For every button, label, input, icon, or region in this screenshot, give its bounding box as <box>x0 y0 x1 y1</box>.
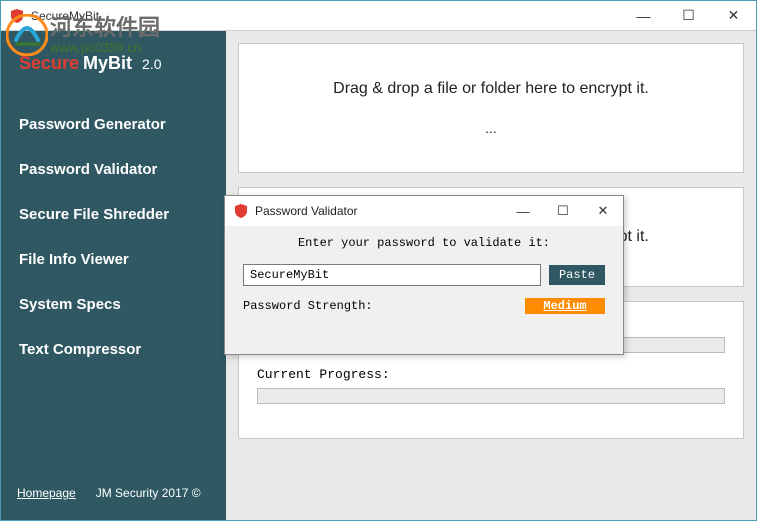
sidebar-footer: Homepage JM Security 2017 © <box>1 476 226 510</box>
sidebar-item-password-validator[interactable]: Password Validator <box>1 147 226 192</box>
sidebar-item-file-info-viewer[interactable]: File Info Viewer <box>1 237 226 282</box>
current-progress-bar <box>257 388 725 404</box>
encrypt-dropzone-text: Drag & drop a file or folder here to enc… <box>333 80 649 98</box>
maximize-button[interactable]: ☐ <box>666 1 711 31</box>
strength-label: Password Strength: <box>243 299 373 313</box>
current-progress-label: Current Progress: <box>257 367 725 382</box>
dialog-input-row: Paste <box>243 264 605 286</box>
sidebar-item-secure-file-shredder[interactable]: Secure File Shredder <box>1 192 226 237</box>
encrypt-dropzone[interactable]: Drag & drop a file or folder here to enc… <box>238 43 744 173</box>
copyright-text: JM Security 2017 © <box>96 486 201 500</box>
dialog-window-controls: — ☐ ✕ <box>503 196 623 226</box>
sidebar-item-system-specs[interactable]: System Specs <box>1 282 226 327</box>
close-button[interactable]: ✕ <box>711 1 756 31</box>
strength-badge: Medium <box>525 298 605 314</box>
window-controls: — ☐ ✕ <box>621 1 756 31</box>
password-validator-dialog: Password Validator — ☐ ✕ Enter your pass… <box>224 195 624 355</box>
sidebar-item-password-generator[interactable]: Password Generator <box>1 102 226 147</box>
encrypt-dropzone-dots: ... <box>485 120 497 136</box>
brand-version: 2.0 <box>142 56 161 72</box>
brand: SecureMyBit 2.0 <box>1 43 226 102</box>
strength-row: Password Strength: Medium <box>243 298 605 314</box>
dialog-titlebar: Password Validator — ☐ ✕ <box>225 196 623 226</box>
app-icon <box>9 8 25 24</box>
password-input[interactable] <box>243 264 541 286</box>
brand-mybit: MyBit <box>83 53 132 73</box>
paste-button[interactable]: Paste <box>549 265 605 285</box>
dialog-prompt: Enter your password to validate it: <box>243 236 605 250</box>
minimize-button[interactable]: — <box>621 1 666 31</box>
brand-secure: Secure <box>19 53 79 73</box>
sidebar: SecureMyBit 2.0 Password Generator Passwo… <box>1 31 226 520</box>
main-titlebar: SecureMyBit — ☐ ✕ <box>1 1 756 31</box>
dialog-body: Enter your password to validate it: Past… <box>225 226 623 324</box>
dialog-app-icon <box>233 203 249 219</box>
dialog-minimize-button[interactable]: — <box>503 196 543 226</box>
dialog-maximize-button[interactable]: ☐ <box>543 196 583 226</box>
window-title: SecureMyBit <box>31 9 621 23</box>
dialog-title: Password Validator <box>255 204 503 218</box>
homepage-link[interactable]: Homepage <box>17 486 76 500</box>
dialog-close-button[interactable]: ✕ <box>583 196 623 226</box>
sidebar-item-text-compressor[interactable]: Text Compressor <box>1 327 226 372</box>
